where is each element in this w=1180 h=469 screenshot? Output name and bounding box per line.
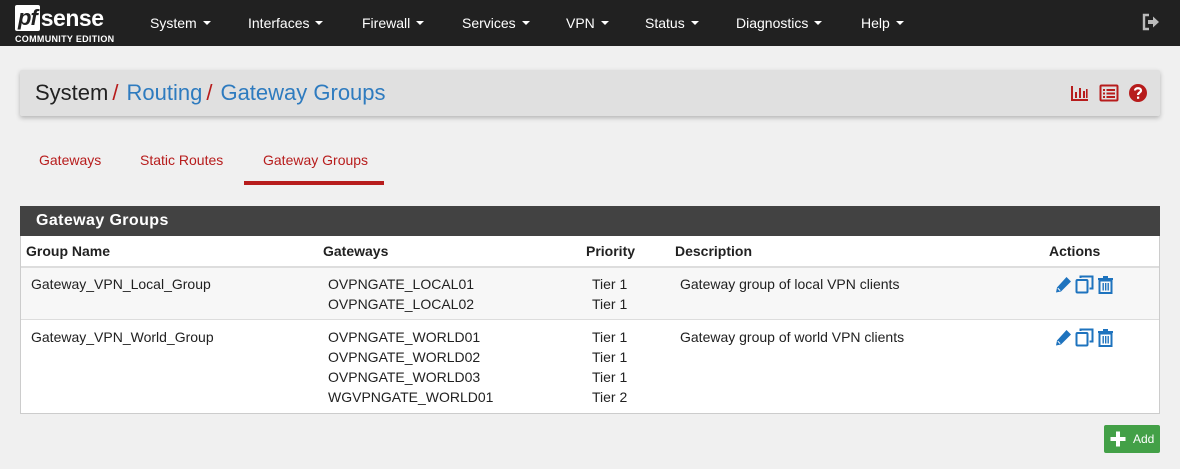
priority-cell: Tier 1: [592, 329, 628, 345]
gateway-groups-panel: Gateway Groups Group Name Gateways Prior…: [20, 206, 1160, 414]
tab-static-routes[interactable]: Static Routes: [140, 152, 223, 168]
gateway-cell: OVPNGATE_WORLD02: [328, 349, 481, 365]
tab-gateway-groups[interactable]: Gateway Groups: [263, 152, 368, 168]
column-header-gateways: Gateways: [323, 243, 389, 259]
nav-menu-label: Help: [861, 15, 890, 31]
logo-edition: COMMUNITY EDITION: [15, 34, 115, 44]
priority-cell: Tier 1: [592, 296, 628, 312]
caret-down-icon: [416, 21, 425, 25]
logo-wordmark: pf sense: [15, 4, 104, 32]
nav-menu-status[interactable]: Status: [645, 0, 699, 46]
help-icon[interactable]: [1128, 83, 1148, 103]
add-button-label: Add: [1133, 432, 1155, 446]
caret-down-icon: [202, 21, 211, 25]
copy-icon[interactable]: [1075, 328, 1094, 347]
nav-menu-label: System: [150, 15, 197, 31]
sign-out-icon[interactable]: [1141, 12, 1161, 32]
gateway-cell: OVPNGATE_WORLD01: [328, 329, 481, 345]
breadcrumb-separator: /: [112, 80, 119, 105]
gateway-cell: WGVPNGATE_WORLD01: [328, 389, 494, 405]
priority-cell: Tier 1: [592, 369, 628, 385]
description-cell: Gateway group of world VPN clients: [680, 329, 905, 345]
caret-down-icon: [895, 21, 904, 25]
nav-menu-diagnostics[interactable]: Diagnostics: [736, 0, 823, 46]
priority-cell: Tier 1: [592, 349, 628, 365]
nav-menu-label: VPN: [566, 15, 595, 31]
nav-menu-label: Interfaces: [248, 15, 310, 31]
nav-menu-interfaces[interactable]: Interfaces: [248, 0, 324, 46]
nav-menu-firewall[interactable]: Firewall: [362, 0, 425, 46]
priority-cell: Tier 1: [592, 276, 628, 292]
column-header-description: Description: [675, 243, 753, 259]
caret-down-icon: [315, 21, 324, 25]
caret-down-icon: [600, 21, 609, 25]
tab-gateways[interactable]: Gateways: [39, 152, 101, 168]
nav-menu-system[interactable]: System: [150, 0, 211, 46]
nav-menu-label: Services: [462, 15, 516, 31]
breadcrumb-separator: /: [206, 80, 213, 105]
logo-sense: sense: [40, 5, 104, 31]
column-header-group-name: Group Name: [26, 243, 111, 259]
plus-icon: [1110, 431, 1126, 447]
list-icon[interactable]: [1099, 83, 1119, 103]
nav-menu-label: Diagnostics: [736, 15, 809, 31]
group-name-cell: Gateway_VPN_World_Group: [31, 329, 214, 345]
description-cell: Gateway group of local VPN clients: [680, 276, 900, 292]
column-header-priority: Priority: [586, 243, 636, 259]
nav-menu-label: Status: [645, 15, 685, 31]
priority-cell: Tier 2: [592, 389, 628, 405]
gateway-cell: OVPNGATE_WORLD03: [328, 369, 481, 385]
table-row[interactable]: Gateway_VPN_Local_Group OVPNGATE_LOCAL01…: [21, 268, 1159, 320]
active-tab-indicator: [244, 181, 384, 185]
breadcrumb-routing-link[interactable]: Routing: [126, 80, 202, 105]
group-name-cell: Gateway_VPN_Local_Group: [31, 276, 211, 292]
delete-icon[interactable]: [1096, 275, 1115, 294]
top-navbar: pf sense COMMUNITY EDITION System Interf…: [0, 0, 1180, 46]
gateway-cell: OVPNGATE_LOCAL02: [328, 296, 475, 312]
nav-menu-label: Firewall: [362, 15, 411, 31]
nav-menu-vpn[interactable]: VPN: [566, 0, 609, 46]
edit-icon[interactable]: [1054, 275, 1073, 294]
breadcrumb: System / Routing / Gateway Groups: [35, 80, 386, 106]
gateway-cell: OVPNGATE_LOCAL01: [328, 276, 475, 292]
add-button[interactable]: Add: [1104, 425, 1160, 453]
bar-chart-icon[interactable]: [1070, 83, 1090, 103]
nav-menu-services[interactable]: Services: [462, 0, 530, 46]
edit-icon[interactable]: [1054, 328, 1073, 347]
panel-title: Gateway Groups: [20, 206, 1160, 236]
caret-down-icon: [814, 21, 823, 25]
nav-menu-help[interactable]: Help: [861, 0, 904, 46]
caret-down-icon: [690, 21, 699, 25]
logo-pf: pf: [15, 5, 40, 31]
row-actions: [1054, 275, 1115, 294]
caret-down-icon: [521, 21, 530, 25]
table-row[interactable]: Gateway_VPN_World_Group OVPNGATE_WORLD01…: [21, 321, 1159, 413]
breadcrumb-gateway-groups-link[interactable]: Gateway Groups: [220, 80, 385, 105]
breadcrumb-shortcuts: [1070, 83, 1148, 103]
pfsense-logo[interactable]: pf sense COMMUNITY EDITION: [15, 4, 125, 44]
delete-icon[interactable]: [1096, 328, 1115, 347]
row-actions: [1054, 328, 1115, 347]
copy-icon[interactable]: [1075, 275, 1094, 294]
breadcrumb-panel: System / Routing / Gateway Groups: [20, 70, 1160, 116]
breadcrumb-system: System: [35, 80, 109, 105]
column-header-actions: Actions: [1049, 243, 1101, 259]
